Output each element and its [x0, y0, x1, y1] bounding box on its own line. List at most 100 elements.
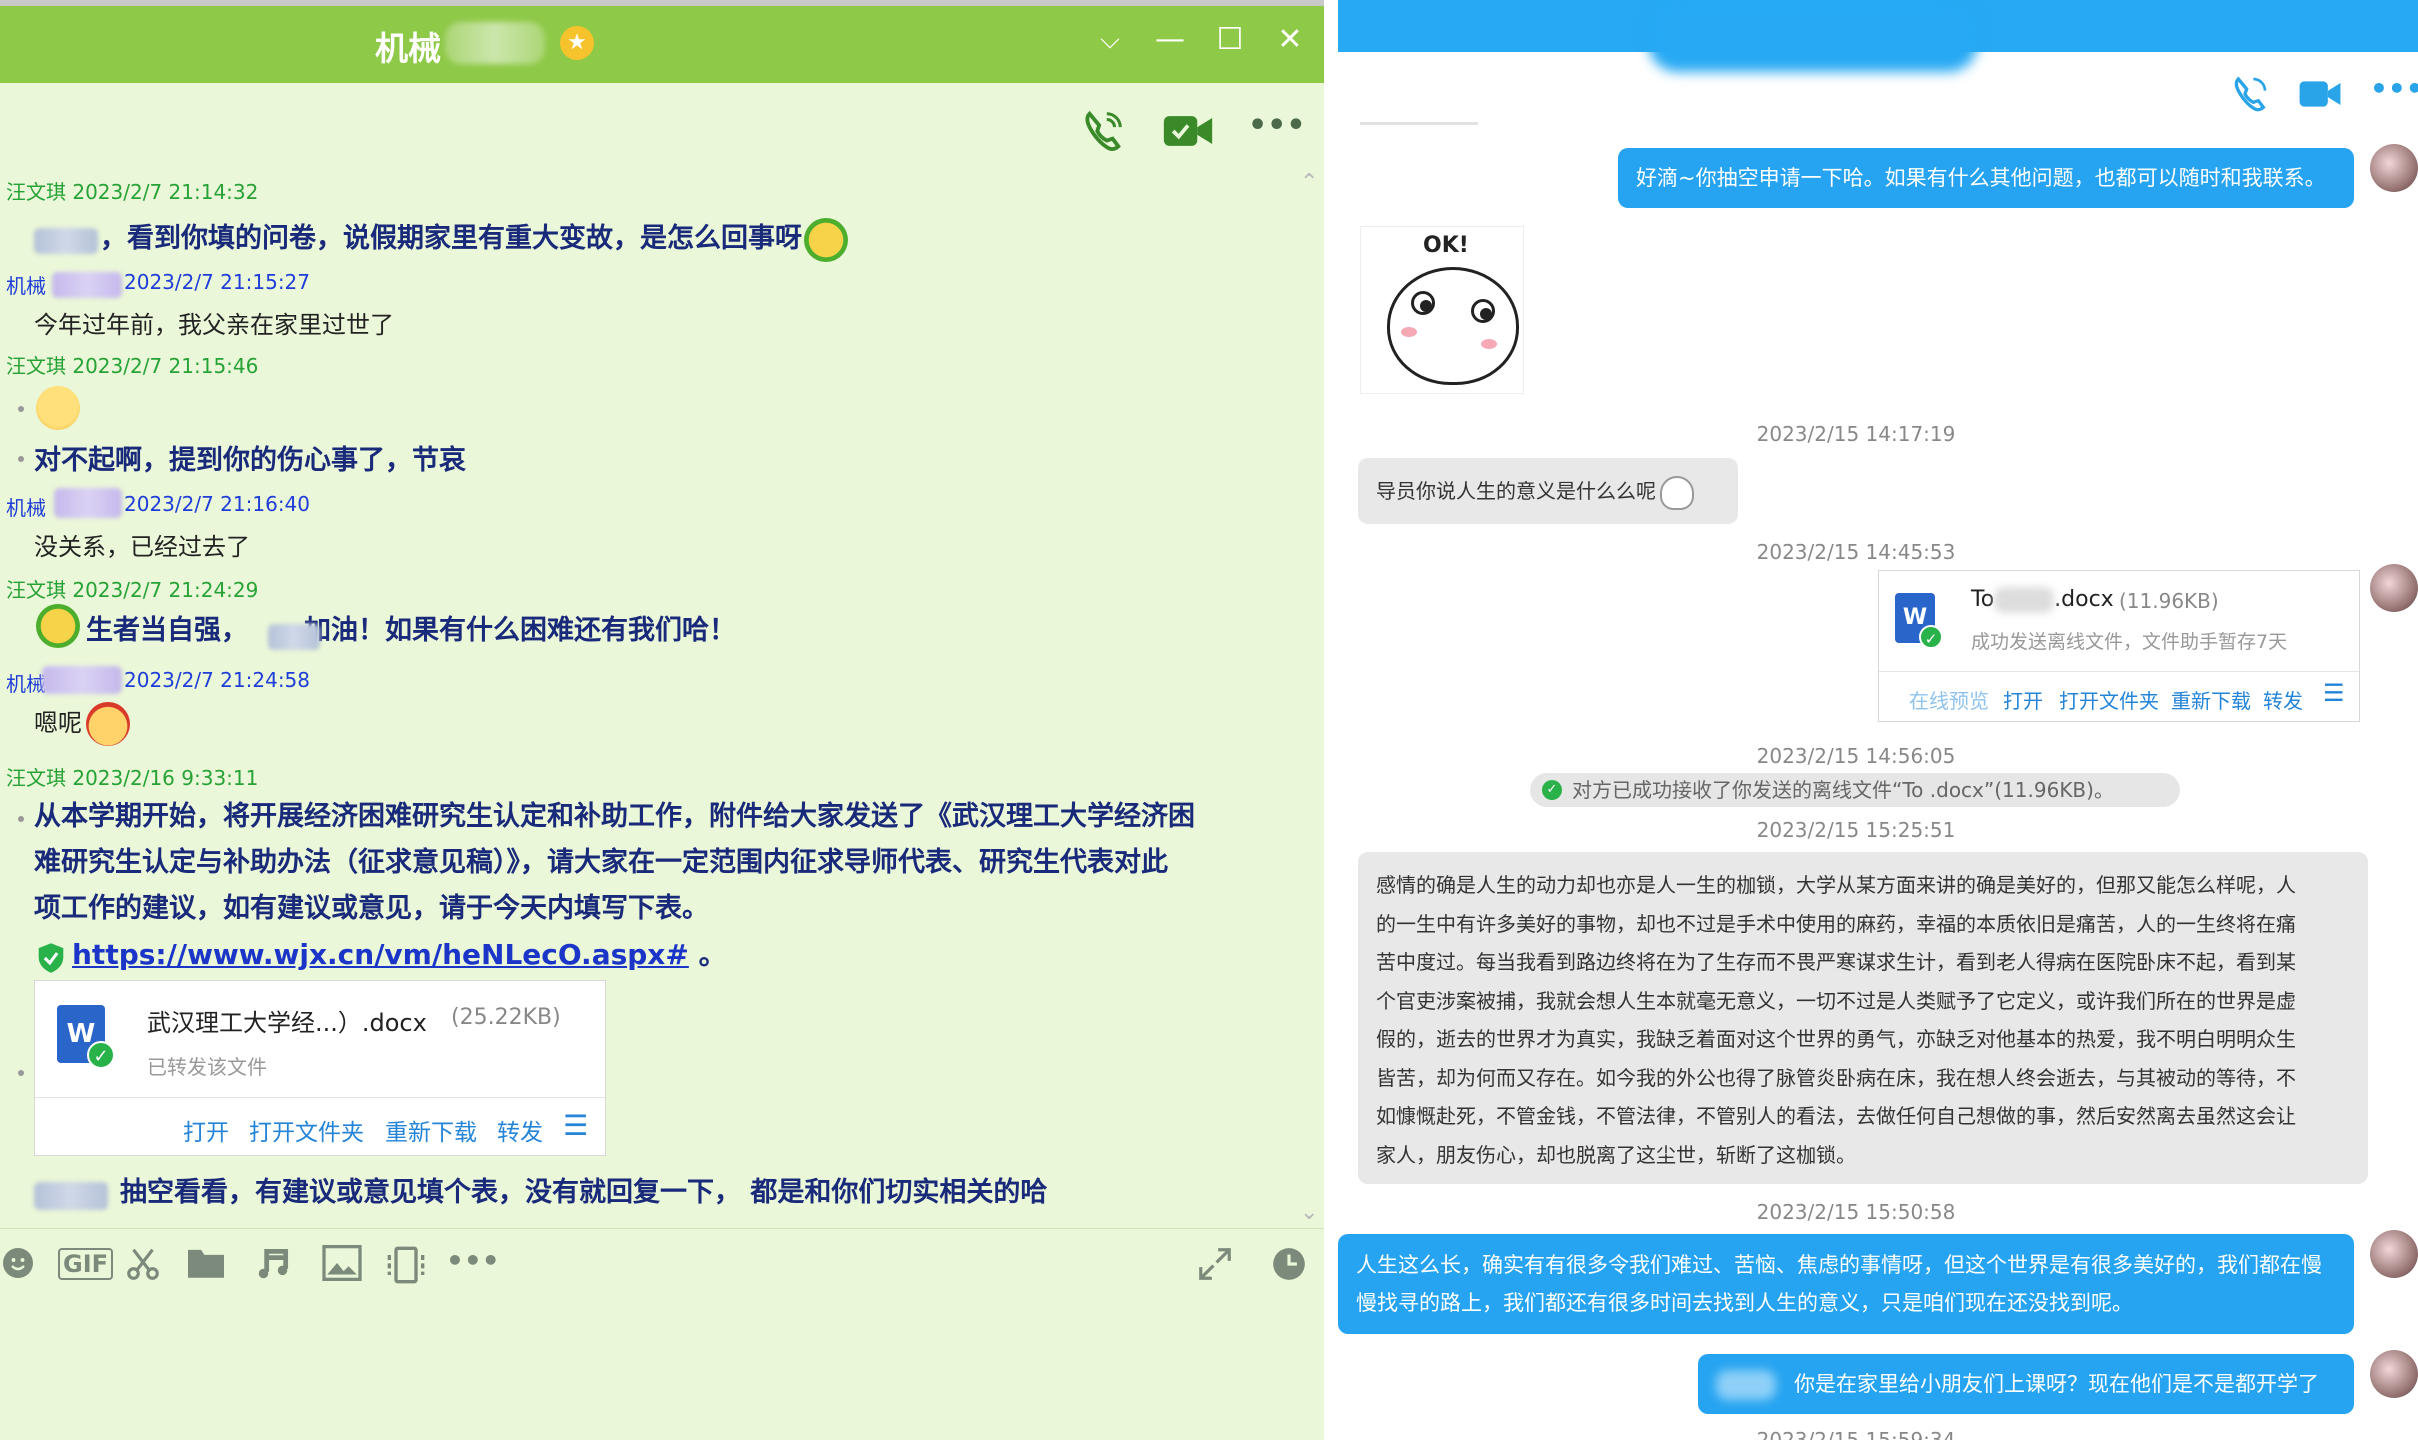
scroll-down-icon[interactable]: ⌄ — [1300, 1200, 1318, 1225]
more-icon[interactable]: ••• — [1248, 108, 1306, 143]
scissors-icon[interactable] — [124, 1245, 162, 1283]
message-line: 项工作的建议，如有建议或意见，请于今天内填写下表。 — [34, 893, 709, 924]
file-open-link[interactable]: 打开 — [2003, 685, 2043, 714]
outgoing-message: 你是在家里给小朋友们上课呀？现在他们是不是都开学了呢 — [1698, 1354, 2354, 1440]
music-icon[interactable] — [254, 1245, 292, 1283]
phone-icon[interactable] — [1080, 108, 1126, 154]
sender-name: 机械 — [6, 274, 46, 298]
message-text: 生者当自强， 加油！如果有什么困难还有我们哈！ — [86, 608, 736, 654]
survey-link[interactable]: https://www.wjx.cn/vm/heNLecO.aspx# — [72, 938, 689, 971]
image-icon[interactable] — [322, 1245, 362, 1281]
message-content: ，看到你填的问卷，说假期家里有重大变故，是怎么回事呀 — [100, 223, 802, 254]
message-line: 皆苦，却为何而又存在。如今我的外公也得了脉管炎卧病在床，我在想人终会逝去，与其被… — [1376, 1065, 2296, 1090]
shake-icon[interactable] — [384, 1245, 428, 1285]
star-icon[interactable]: ★ — [560, 26, 594, 60]
more-tools-icon[interactable]: ••• — [446, 1244, 500, 1277]
message-line: 的一生中有许多美好的事物，却也不过是手术中使用的麻药，幸福的本质依旧是痛苦，人的… — [1376, 911, 2296, 936]
file-redownload-link[interactable]: 重新下载 — [2171, 685, 2251, 714]
online-preview-link[interactable]: 在线预览 — [1909, 685, 1989, 714]
avatar[interactable] — [2370, 1230, 2418, 1278]
video-icon[interactable] — [2298, 74, 2342, 114]
message-time: 2023/2/7 21:15:27 — [124, 270, 311, 294]
screenshot-root: 机械 ★ ⌵ — ☐ ✕ ••• ⌃ 汪文琪 2023/2/7 21:14:32… — [0, 0, 2418, 1440]
sender-name: 汪文琪 — [6, 180, 66, 204]
clock-icon[interactable] — [1270, 1245, 1308, 1283]
file-open-folder-link[interactable]: 打开文件夹 — [2059, 685, 2159, 714]
message-time: 2023/2/7 21:16:40 — [124, 492, 311, 516]
message-line: 人生这么长，确实有有很多令我们难过、苦恼、焦虑的事情呀，但这个世界是有很多美好的… — [1356, 1253, 2322, 1277]
message-line: 难研究生认定与补助办法（征求意见稿）》，请大家在一定范围内征求导师代表、研究生代… — [34, 847, 1168, 878]
message-time: 2023/2/7 21:24:58 — [124, 668, 311, 692]
blurred-name — [1716, 1370, 1776, 1400]
message-time: 2023/2/7 21:15:46 — [72, 354, 259, 378]
blurred-name — [52, 272, 122, 298]
message-meta: 汪文琪 2023/2/7 21:15:46 — [6, 350, 258, 379]
input-divider — [0, 1228, 1324, 1229]
timestamp: 2023/2/15 14:17:19 — [1756, 422, 1956, 446]
message-text: 抽空看看，有建议或意见填个表，没有就回复一下， 都是和你们切实相关的哈 — [120, 1177, 1048, 1208]
sticker-eye — [1471, 299, 1495, 323]
avatar[interactable] — [2370, 1350, 2418, 1398]
blurred-name — [54, 488, 122, 518]
bullet-dot — [18, 456, 24, 462]
ghost-emoji-icon — [1660, 475, 1694, 510]
timestamp: 2023/2/15 15:59:34 — [1756, 1428, 1956, 1440]
sender-name: 汪文琪 — [6, 578, 66, 602]
blurred-name — [34, 1182, 108, 1210]
file-card-divider — [35, 1097, 605, 1098]
check-icon: ✓ — [87, 1041, 115, 1069]
blurred-title — [1648, 0, 1978, 72]
close-button[interactable]: ✕ — [1270, 20, 1310, 60]
expand-icon[interactable] — [1196, 1245, 1234, 1283]
blurred-name — [42, 666, 122, 694]
message-content: 嗯呢 — [34, 709, 82, 737]
blurred-name — [34, 228, 98, 254]
video-icon[interactable] — [1162, 108, 1214, 154]
smile-icon[interactable] — [0, 1245, 36, 1281]
file-status: 成功发送离线文件，文件助手暂存7天 — [1971, 631, 2288, 653]
sad-emoji-icon — [36, 386, 80, 430]
timestamp: 2023/2/15 14:45:53 — [1756, 540, 1956, 564]
message-input[interactable] — [0, 1300, 1324, 1440]
message-line: 苦中度过。每当我看到路边终将在为了生存而不畏严寒谋求生计，看到老人得病在医院卧床… — [1376, 950, 2296, 974]
message-meta: 汪文琪 2023/2/16 9:33:11 — [6, 762, 258, 791]
maximize-button[interactable]: ☐ — [1210, 20, 1250, 60]
message-text: 嗯呢 — [34, 700, 130, 746]
scroll-up-icon[interactable]: ⌃ — [1300, 170, 1318, 195]
more-icon[interactable]: ••• — [2370, 72, 2418, 105]
file-forward-link[interactable]: 转发 — [2263, 685, 2303, 714]
menu-icon[interactable]: ☰ — [563, 1109, 588, 1142]
message-line: 如慷慨赴死，不管金钱，不管法律，不管别人的看法，去做任何自己想做的事，然后安然离… — [1376, 1104, 2296, 1128]
message-text: 今年过年前，我父亲在家里过世了 — [34, 311, 394, 339]
folder-icon[interactable] — [186, 1245, 226, 1281]
message-line: 感情的确是人生的动力却也亦是人一生的枷锁，大学从某方面来讲的确是美好的，但那又能… — [1376, 873, 2296, 897]
file-forward-link[interactable]: 转发 — [497, 1113, 543, 1147]
file-name-start: To — [1971, 587, 1995, 612]
avatar[interactable] — [2370, 144, 2418, 192]
minimize-button[interactable]: — — [1150, 20, 1190, 60]
timestamp: 2023/2/15 15:25:51 — [1756, 818, 1956, 842]
check-icon: ✓ — [1919, 625, 1943, 649]
avatar[interactable] — [2370, 564, 2418, 612]
outgoing-message: 人生这么长，确实有有很多令我们难过、苦恼、焦虑的事情呀，但这个世界是有很多美好的… — [1338, 1234, 2354, 1334]
tab-underline — [1360, 122, 1478, 125]
message-line: 慢找寻的路上，我们都还有很多时间去找到人生的意义，只是咱们现在还没找到呢。 — [1356, 1291, 2133, 1315]
file-card[interactable]: W ✓ To .docx (11.96KB) 成功发送离线文件，文件助手暂存7天 … — [1878, 570, 2360, 722]
title-top-strip — [0, 0, 1324, 6]
file-name: 武汉理工大学经...）.docx — [147, 1009, 427, 1037]
message-text: 没关系，已经过去了 — [34, 533, 250, 561]
bullet-dot — [18, 1070, 24, 1076]
ok-sticker[interactable]: OK! — [1360, 226, 1524, 394]
file-open-link[interactable]: 打开 — [183, 1113, 229, 1147]
gif-icon[interactable]: GIF — [58, 1248, 114, 1280]
sticker-eye — [1411, 291, 1435, 315]
notice-text: 对方已成功接收了你发送的离线文件“To .docx”(11.96KB)。 — [1572, 778, 2114, 802]
file-redownload-link[interactable]: 重新下载 — [385, 1113, 477, 1147]
menu-icon[interactable]: ☰ — [2323, 679, 2345, 707]
file-open-folder-link[interactable]: 打开文件夹 — [249, 1113, 364, 1147]
phone-icon[interactable] — [2230, 74, 2270, 114]
message-meta: 汪文琪 2023/2/7 21:24:29 — [6, 574, 258, 603]
message-link-line: https://www.wjx.cn/vm/heNLecO.aspx# 。 — [72, 932, 727, 978]
file-card[interactable]: W ✓ 武汉理工大学经...）.docx (25.22KB) 已转发该文件 打开… — [34, 980, 606, 1156]
dropdown-button[interactable]: ⌵ — [1090, 20, 1130, 60]
